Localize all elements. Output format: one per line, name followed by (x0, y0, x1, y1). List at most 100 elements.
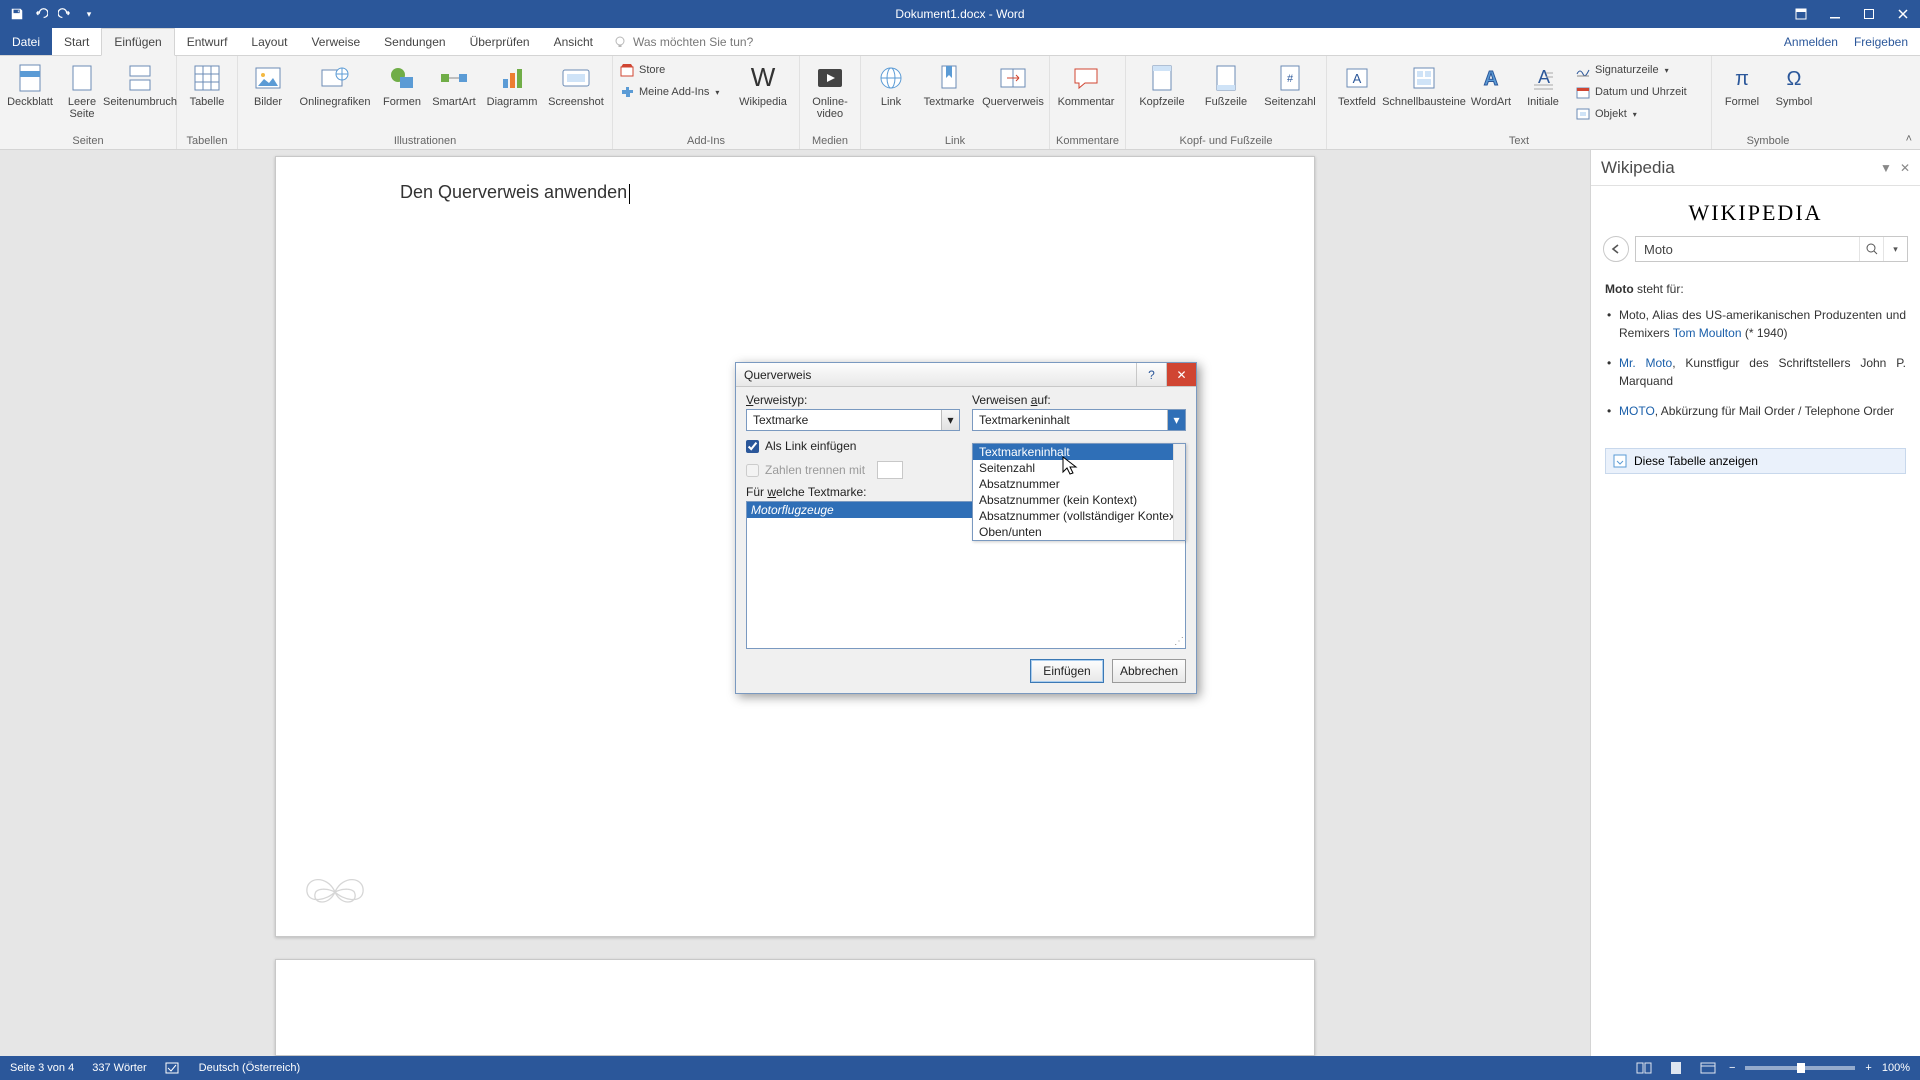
symbol-button[interactable]: ΩSymbol (1770, 60, 1818, 108)
pane-dropdown-icon[interactable]: ▼ (1880, 161, 1892, 175)
chevron-down-icon[interactable]: ▾ (1167, 410, 1185, 430)
text-cursor (629, 184, 630, 204)
wikipedia-button[interactable]: WWikipedia (733, 60, 793, 108)
group-comments-label: Kommentare (1056, 133, 1119, 147)
footer-button[interactable]: Fußzeile (1196, 60, 1256, 108)
redo-icon[interactable] (54, 3, 76, 25)
signature-line-button[interactable]: Signaturzeile▾ (1575, 60, 1705, 80)
dialog-titlebar[interactable]: Querverweis ? ✕ (736, 363, 1196, 387)
cancel-button[interactable]: Abbrechen (1112, 659, 1186, 683)
object-button[interactable]: Objekt▾ (1575, 104, 1705, 124)
link-button[interactable]: Link (867, 60, 915, 108)
lead-text: Moto steht für: (1605, 282, 1906, 296)
wiki-link[interactable]: Mr. Moto (1619, 356, 1672, 370)
close-icon[interactable] (1886, 0, 1920, 28)
tab-layout[interactable]: Layout (239, 28, 299, 55)
header-button[interactable]: Kopfzeile (1132, 60, 1192, 108)
tab-sendungen[interactable]: Sendungen (372, 28, 457, 55)
tab-ansicht[interactable]: Ansicht (542, 28, 605, 55)
date-time-button[interactable]: Datum und Uhrzeit (1575, 82, 1705, 102)
wiki-link[interactable]: MOTO (1619, 404, 1655, 418)
dropdown-option[interactable]: Absatznummer (vollständiger Kontext) (973, 508, 1185, 524)
resize-grip-icon[interactable]: ⋰ (1174, 636, 1184, 647)
tab-start[interactable]: Start (52, 28, 101, 55)
pictures-button[interactable]: Bilder (244, 60, 292, 108)
dropcap-button[interactable]: AInitiale (1519, 60, 1567, 108)
tab-file[interactable]: Datei (0, 28, 52, 55)
chart-button[interactable]: Diagramm (482, 60, 542, 108)
insertref-combo[interactable]: Textmarkeninhalt▾ (972, 409, 1186, 431)
collapse-ribbon-icon[interactable]: ˄ (1906, 133, 1912, 145)
shapes-button[interactable]: Formen (378, 60, 426, 108)
textbox-button[interactable]: ATextfeld (1333, 60, 1381, 108)
equation-button[interactable]: πFormel (1718, 60, 1766, 108)
language-indicator[interactable]: Deutsch (Österreich) (199, 1062, 300, 1074)
tell-me[interactable]: Was möchten Sie tun? (613, 28, 753, 55)
store-button[interactable]: Store (619, 60, 729, 80)
page-indicator[interactable]: Seite 3 von 4 (10, 1062, 74, 1074)
tab-entwurf[interactable]: Entwurf (175, 28, 240, 55)
zoom-slider[interactable] (1745, 1066, 1855, 1070)
quickparts-button[interactable]: Schnellbausteine (1385, 60, 1463, 108)
show-table-button[interactable]: Diese Tabelle anzeigen (1605, 448, 1906, 474)
tab-ueberpruefen[interactable]: Überprüfen (458, 28, 542, 55)
signin-link[interactable]: Anmelden (1784, 35, 1838, 49)
my-addins-button[interactable]: Meine Add-Ins▾ (619, 82, 729, 102)
share-button[interactable]: Freigeben (1854, 35, 1908, 49)
search-icon[interactable] (1859, 237, 1883, 261)
save-icon[interactable] (6, 3, 28, 25)
dropdown-scrollbar[interactable] (1173, 444, 1185, 540)
search-dropdown-icon[interactable]: ▾ (1883, 237, 1907, 261)
undo-icon[interactable] (30, 3, 52, 25)
dropdown-option[interactable]: Seitenzahl (973, 460, 1185, 476)
online-pictures-button[interactable]: Onlinegrafiken (296, 60, 374, 108)
bookmark-button[interactable]: Textmarke (919, 60, 979, 108)
page-number-button[interactable]: #Seitenzahl (1260, 60, 1320, 108)
document-page-next[interactable] (275, 959, 1315, 1056)
page-break-button[interactable]: Seitenumbruch (110, 60, 170, 108)
crossref-button[interactable]: Querverweis (983, 60, 1043, 108)
ribbon-display-icon[interactable] (1784, 0, 1818, 28)
insert-button[interactable]: Einfügen (1030, 659, 1104, 683)
zoom-out-icon[interactable]: − (1729, 1062, 1735, 1074)
search-input[interactable] (1636, 242, 1859, 257)
ribbon: Deckblatt Leere Seite Seitenumbruch Seit… (0, 56, 1920, 150)
lightbulb-icon (613, 35, 627, 49)
dropdown-option[interactable]: Textmarkeninhalt (973, 444, 1185, 460)
reftype-combo[interactable]: Textmarke▾ (746, 409, 960, 431)
read-mode-icon[interactable] (1633, 1059, 1655, 1077)
back-button[interactable] (1603, 236, 1629, 262)
wiki-link[interactable]: Tom Moulton (1673, 326, 1742, 340)
comment-button[interactable]: Kommentar (1056, 60, 1116, 108)
dropdown-option[interactable]: Absatznummer (kein Kontext) (973, 492, 1185, 508)
zoom-in-icon[interactable]: + (1865, 1062, 1871, 1074)
smartart-button[interactable]: SmartArt (430, 60, 478, 108)
table-button[interactable]: Tabelle (183, 60, 231, 108)
qat-more-icon[interactable]: ▾ (78, 3, 100, 25)
tab-einfuegen[interactable]: Einfügen (101, 28, 174, 56)
minimize-icon[interactable] (1818, 0, 1852, 28)
maximize-icon[interactable] (1852, 0, 1886, 28)
web-layout-icon[interactable] (1697, 1059, 1719, 1077)
calendar-icon (1575, 85, 1591, 99)
print-layout-icon[interactable] (1665, 1059, 1687, 1077)
group-text-label: Text (1333, 133, 1705, 147)
proofing-icon[interactable] (165, 1061, 181, 1075)
chevron-down-icon[interactable]: ▾ (941, 410, 959, 430)
word-count[interactable]: 337 Wörter (92, 1062, 146, 1074)
dropdown-option[interactable]: Absatznummer (973, 476, 1185, 492)
store-icon (619, 62, 635, 78)
dialog-help-icon[interactable]: ? (1136, 363, 1166, 386)
zoom-level[interactable]: 100% (1882, 1062, 1910, 1074)
online-video-button[interactable]: Online-video (806, 60, 854, 120)
cover-page-button[interactable]: Deckblatt (6, 60, 54, 108)
aslink-checkbox[interactable]: Als Link einfügen (746, 439, 960, 453)
wikipedia-pane: Wikipedia ▼✕ WIKIPEDIA ▾ Moto steht für:… (1590, 150, 1920, 1056)
blank-page-button[interactable]: Leere Seite (58, 60, 106, 120)
tab-verweise[interactable]: Verweise (299, 28, 372, 55)
screenshot-button[interactable]: Screenshot (546, 60, 606, 108)
dialog-close-icon[interactable]: ✕ (1166, 363, 1196, 386)
pane-close-icon[interactable]: ✕ (1900, 161, 1910, 175)
dropdown-option[interactable]: Oben/unten (973, 524, 1185, 540)
wordart-button[interactable]: AWordArt (1467, 60, 1515, 108)
